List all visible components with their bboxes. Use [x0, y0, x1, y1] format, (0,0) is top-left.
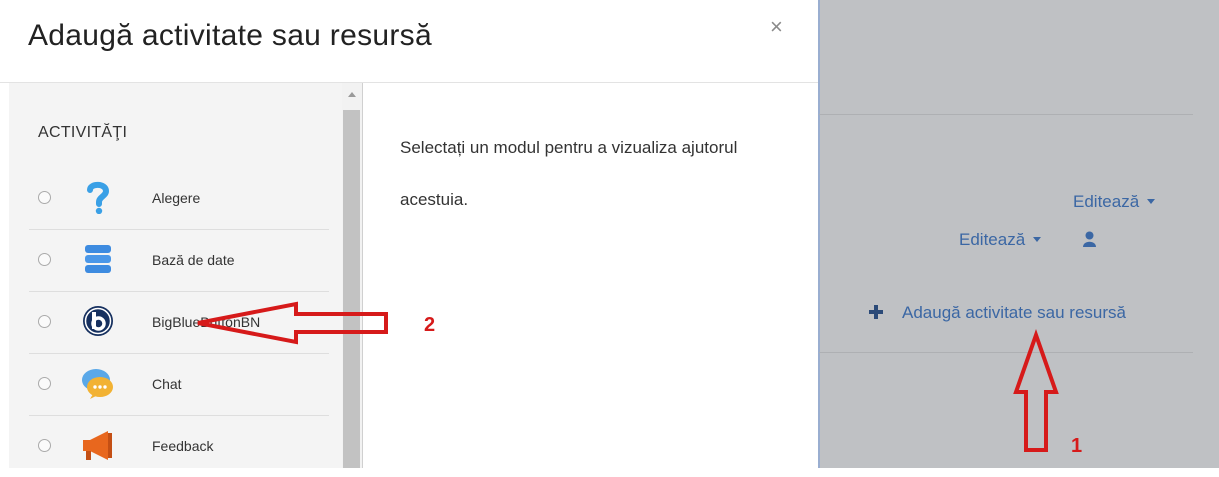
module-label: Bază de date	[152, 252, 235, 268]
edit-label: Editează	[1073, 192, 1140, 211]
caret-down-icon	[1147, 199, 1156, 204]
modal-header: Adaugă activitate sau resursă ×	[0, 0, 818, 83]
module-radio[interactable]	[38, 191, 51, 204]
scrollbar-thumb[interactable]	[343, 110, 360, 468]
module-option-chat[interactable]: Chat	[29, 354, 329, 416]
module-label: BigBlueButtonBN	[152, 314, 261, 330]
caret-down-icon	[1033, 237, 1042, 242]
module-radio[interactable]	[38, 315, 51, 328]
module-option-baza-de-date[interactable]: Bază de date	[29, 230, 329, 292]
plus-icon[interactable]	[869, 305, 883, 319]
divider-top	[819, 114, 1193, 115]
module-option-alegere[interactable]: Alegere	[29, 168, 329, 230]
user-icon[interactable]	[1082, 231, 1097, 247]
module-option-bigbluebuttonbn[interactable]: BigBlueButtonBN	[29, 292, 329, 354]
megaphone-icon	[83, 431, 112, 460]
module-help-text: Selectați un modul pentru a vizualiza aj…	[400, 138, 738, 209]
module-label: Alegere	[152, 190, 201, 206]
module-label: Chat	[152, 376, 182, 392]
module-radio[interactable]	[38, 439, 51, 452]
bigbluebutton-icon	[83, 306, 113, 336]
edit-label: Editează	[959, 230, 1026, 249]
module-list-scrollbar[interactable]	[342, 83, 362, 468]
question-icon	[87, 181, 110, 214]
modal-title: Adaugă activitate sau resursă	[28, 19, 432, 52]
section-heading-activities: ACTIVITĂŢI	[38, 124, 128, 141]
edit-menu-section[interactable]: Editează	[1073, 192, 1156, 212]
edit-menu-activity[interactable]: Editează	[959, 230, 1042, 250]
add-activity-link[interactable]: Adaugă activitate sau resursă	[902, 303, 1126, 323]
module-label: Feedback	[152, 438, 214, 454]
chat-icon	[82, 369, 113, 399]
close-button[interactable]: ×	[770, 16, 783, 38]
scroll-up-arrow-icon[interactable]	[348, 92, 356, 97]
module-radio[interactable]	[38, 377, 51, 390]
module-radio[interactable]	[38, 253, 51, 266]
annotation-marker-2: 2	[424, 314, 436, 336]
add-activity-modal: Adaugă activitate sau resursă × ACTIVITĂ…	[0, 0, 818, 468]
database-icon	[85, 245, 111, 273]
divider-bottom	[819, 352, 1193, 353]
module-list: Alegere Bază de date BigBlueButtonBN Cha…	[29, 168, 329, 477]
module-chooser-panel: ACTIVITĂŢI Alegere Bază de date BigBlueB…	[9, 83, 363, 468]
annotation-marker-1: 1	[1071, 435, 1083, 457]
